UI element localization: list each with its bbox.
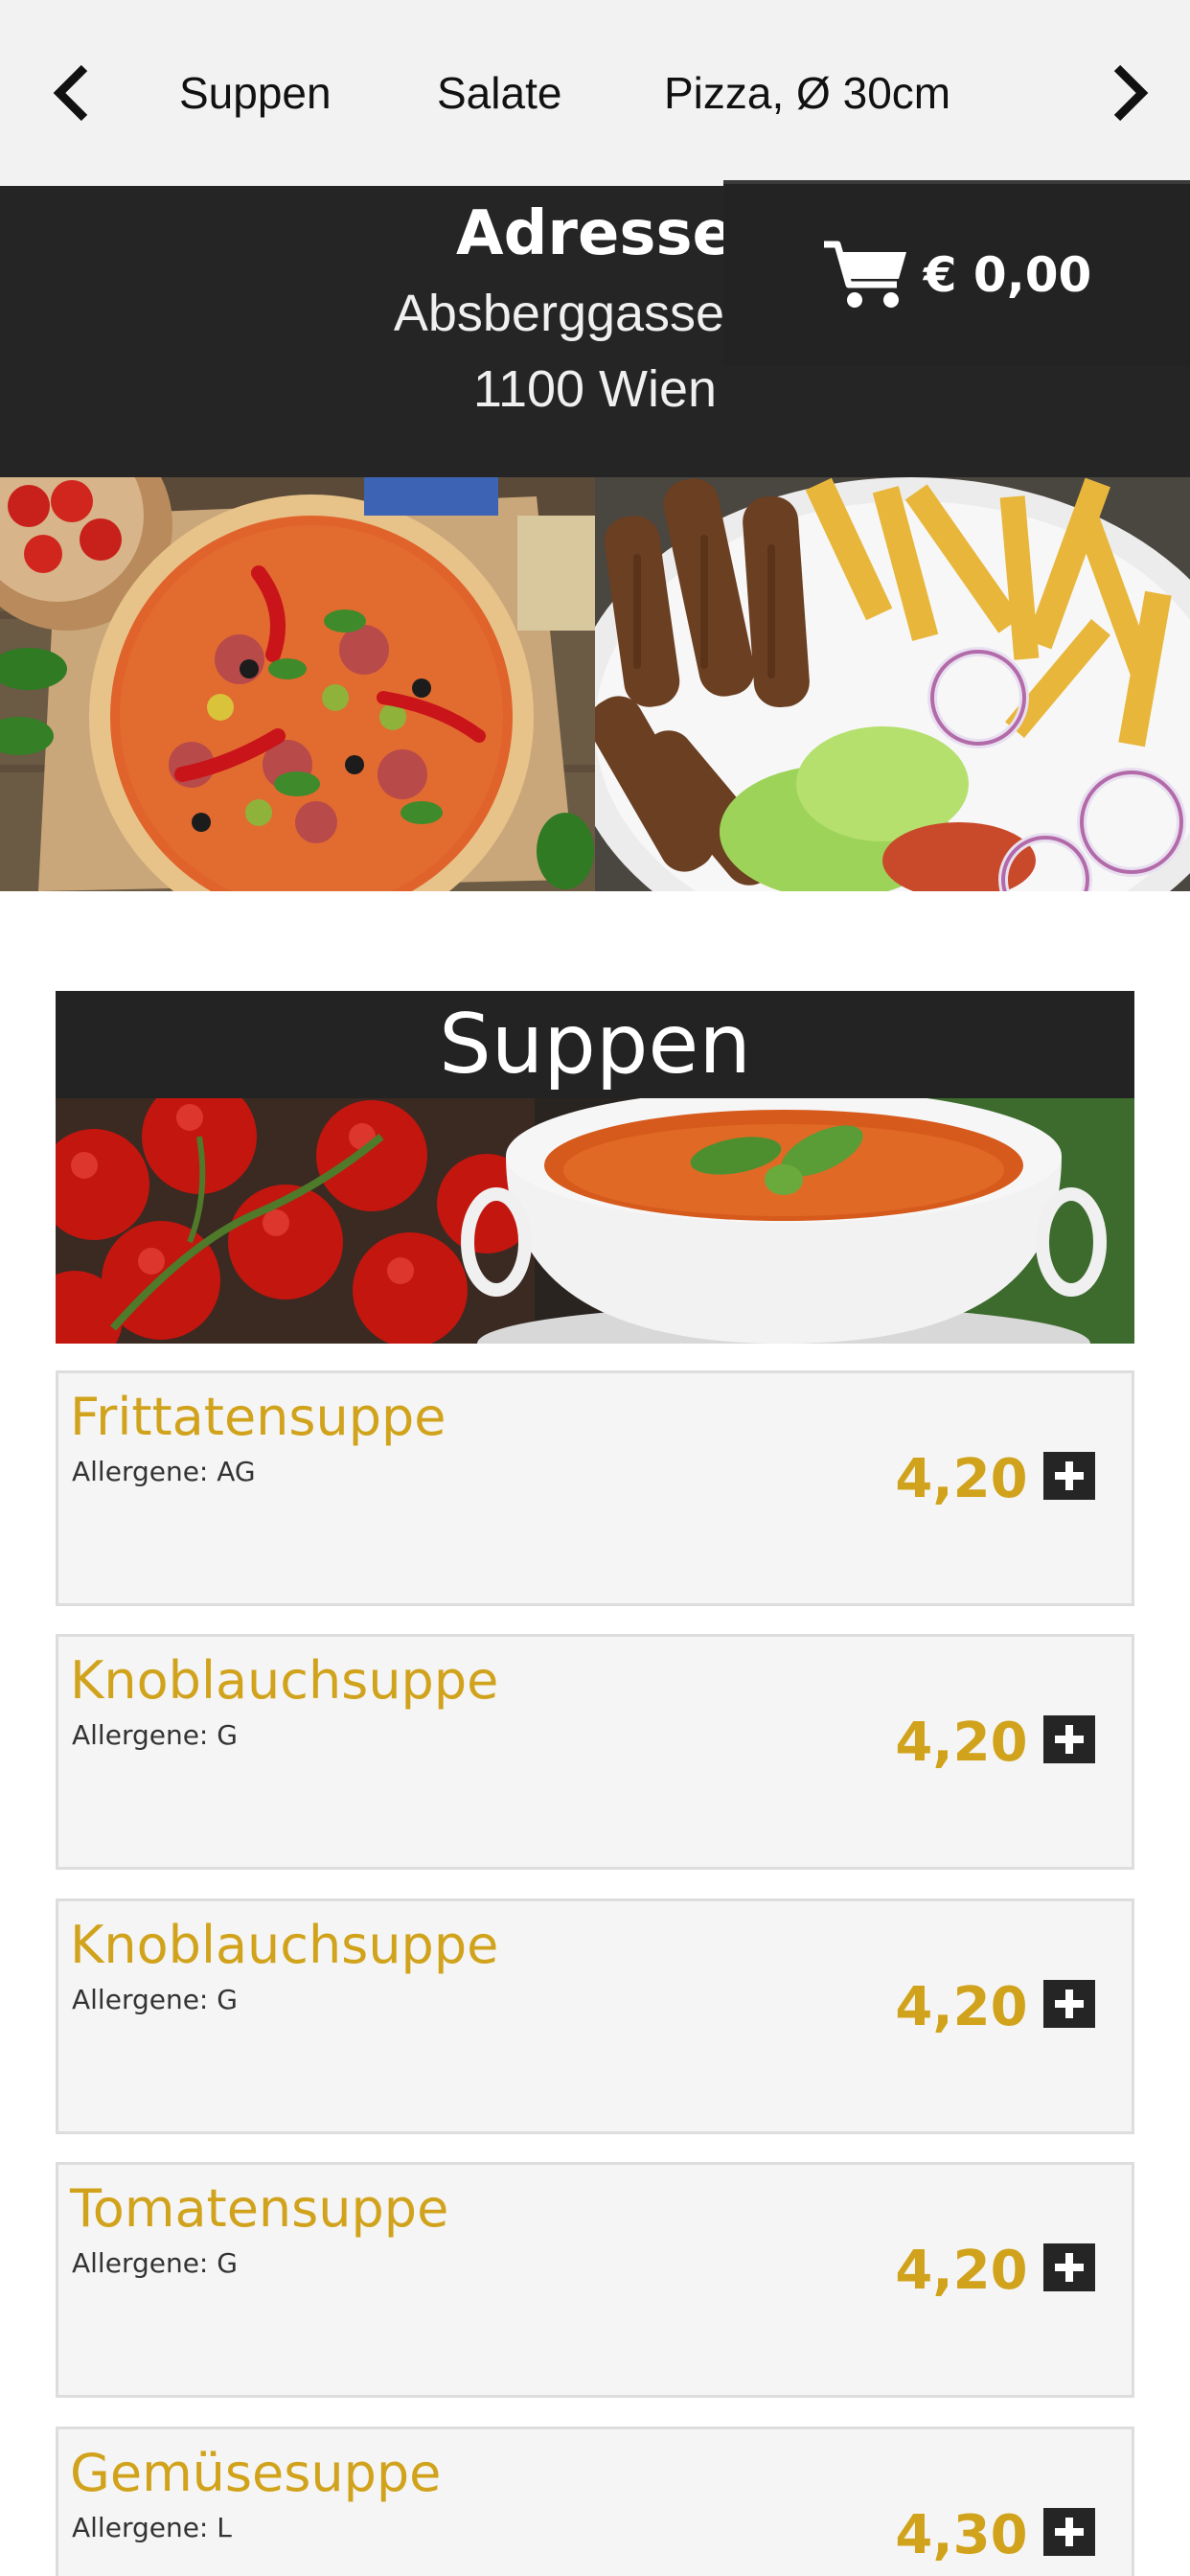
item-allergene: Allergene: L	[72, 2512, 232, 2543]
category-nav: Suppen Salate Pizza, Ø 30cm	[0, 0, 1190, 186]
menu-item: Gemüsesuppe Allergene: L 4,30 €	[56, 2426, 1134, 2576]
item-allergene: Allergene: AG	[72, 1456, 256, 1487]
cevapcici-fries-photo	[595, 477, 1190, 891]
add-to-cart-button[interactable]	[1043, 1980, 1095, 2028]
add-to-cart-button[interactable]	[1043, 1452, 1095, 1500]
cart-button[interactable]: € 0,00	[723, 180, 1190, 366]
nav-item-pizza[interactable]: Pizza, Ø 30cm	[664, 59, 950, 126]
cart-icon	[823, 241, 906, 308]
section-title: Suppen	[56, 991, 1134, 1098]
item-name: Gemüsesuppe	[70, 2443, 442, 2503]
pizza-photo	[0, 477, 595, 891]
add-to-cart-button[interactable]	[1043, 1715, 1095, 1763]
menu-item: Knoblauchsuppe Allergene: G 4,20 €	[56, 1898, 1134, 2134]
item-allergene: Allergene: G	[72, 2247, 238, 2279]
menu-item: Frittatensuppe Allergene: AG 4,20 €	[56, 1370, 1134, 1606]
item-name: Frittatensuppe	[70, 1387, 446, 1447]
item-name: Knoblauchsuppe	[70, 1915, 499, 1975]
item-name: Knoblauchsuppe	[70, 1650, 499, 1711]
tomato-soup-photo	[56, 1098, 1134, 1344]
cart-total: € 0,00	[923, 247, 1092, 303]
item-name: Tomatensuppe	[70, 2178, 449, 2239]
nav-prev-button[interactable]	[42, 59, 100, 126]
item-allergene: Allergene: G	[72, 1984, 238, 2015]
nav-next-button[interactable]	[1102, 59, 1159, 126]
menu-item: Knoblauchsuppe Allergene: G 4,20 €	[56, 1634, 1134, 1870]
menu-item: Tomatensuppe Allergene: G 4,20 €	[56, 2162, 1134, 2398]
add-to-cart-button[interactable]	[1043, 2508, 1095, 2556]
add-to-cart-button[interactable]	[1043, 2243, 1095, 2291]
nav-item-salate[interactable]: Salate	[437, 59, 561, 126]
nav-item-suppen[interactable]: Suppen	[179, 59, 332, 126]
item-allergene: Allergene: G	[72, 1719, 238, 1751]
chevron-left-icon	[53, 64, 88, 122]
chevron-right-icon	[1113, 64, 1149, 122]
